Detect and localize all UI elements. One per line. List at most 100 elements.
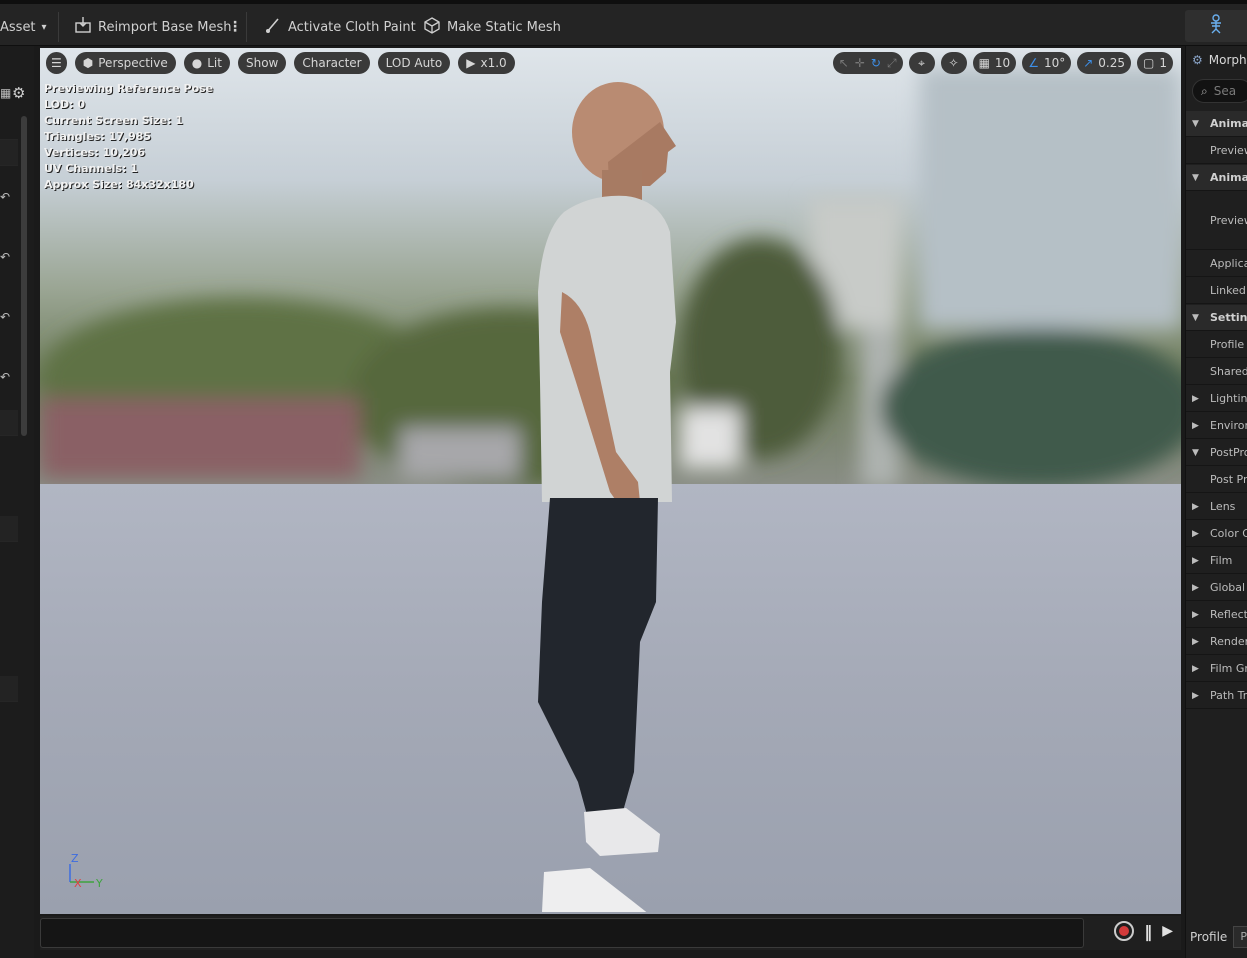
expanded-arrow-icon[interactable]: ▼	[1192, 313, 1206, 323]
move-icon[interactable]: ✛	[855, 56, 865, 70]
property-row[interactable]: ▶ Color G	[1186, 521, 1247, 547]
profile-dropdown[interactable]: Pr	[1233, 926, 1247, 948]
static-mesh-icon	[423, 16, 441, 38]
pause-icon[interactable]: ‖	[1144, 922, 1152, 941]
property-row[interactable]: Profile	[1186, 332, 1247, 358]
grid-icon: ▦	[978, 56, 990, 70]
grid-snap-button[interactable]: ▦ 10	[972, 52, 1017, 74]
playback-speed-button[interactable]: ▶ x1.0	[458, 52, 515, 74]
camera-speed-button[interactable]: ▢ 1	[1137, 52, 1173, 74]
property-row[interactable]: Shared	[1186, 359, 1247, 385]
gear-icon[interactable]: ⚙	[12, 84, 25, 102]
expanded-arrow-icon[interactable]: ▼	[1192, 119, 1206, 129]
axis-y-label: Y	[95, 877, 103, 890]
property-label: Film Gr	[1210, 662, 1247, 675]
list-item[interactable]	[0, 516, 18, 542]
skeleton-mode-button[interactable]	[1185, 10, 1247, 42]
collapsed-arrow-icon[interactable]: ▶	[1192, 691, 1206, 701]
collapsed-arrow-icon[interactable]: ▶	[1192, 664, 1206, 674]
property-row[interactable]: Applica	[1186, 251, 1247, 277]
reimport-base-mesh-button[interactable]: Reimport Base Mesh	[74, 8, 232, 46]
property-label: Profile	[1210, 338, 1245, 351]
select-icon[interactable]: ↖	[839, 56, 849, 70]
reset-icon[interactable]: ↶	[0, 370, 10, 384]
collapsed-arrow-icon[interactable]: ▶	[1192, 421, 1206, 431]
property-label: Lens	[1210, 500, 1236, 513]
local-world-button[interactable]: ⌖	[908, 52, 935, 74]
reset-icon[interactable]: ↶	[0, 250, 10, 264]
collapsed-arrow-icon[interactable]: ▶	[1192, 529, 1206, 539]
static-mesh-label: Make Static Mesh	[447, 19, 561, 35]
collapsed-arrow-icon[interactable]: ▶	[1192, 394, 1206, 404]
show-button[interactable]: Show	[237, 52, 287, 74]
viewport-menu-button[interactable]: ☰	[46, 52, 67, 74]
make-static-mesh-button[interactable]: Make Static Mesh	[423, 8, 561, 46]
property-row[interactable]: ▶ Lens	[1186, 494, 1247, 520]
property-row[interactable]: ▶ Render	[1186, 629, 1247, 655]
list-item[interactable]	[0, 114, 18, 140]
collapsed-arrow-icon[interactable]: ▶	[1192, 583, 1206, 593]
property-row[interactable]: ▼ PostPro	[1186, 440, 1247, 466]
property-row[interactable]: Preview	[1186, 138, 1247, 164]
scrollbar[interactable]	[21, 116, 27, 436]
section-header[interactable]: ▼ Setting	[1186, 305, 1247, 331]
speed-label: x1.0	[480, 56, 507, 70]
lod-button[interactable]: LOD Auto	[377, 52, 451, 74]
asset-menu[interactable]: Asset ▾	[0, 8, 47, 46]
timeline-scrubber[interactable]	[40, 918, 1084, 948]
step-forward-icon[interactable]: ▶	[1162, 923, 1173, 939]
activate-cloth-paint-button[interactable]: Activate Cloth Paint	[264, 8, 416, 46]
search-input[interactable]: ⌕ Sea	[1192, 79, 1247, 103]
section-header[interactable]: ▼ Animat	[1186, 111, 1247, 137]
property-row[interactable]: ▶ Global I	[1186, 575, 1247, 601]
expanded-arrow-icon[interactable]: ▼	[1192, 448, 1206, 458]
expanded-arrow-icon[interactable]: ▼	[1192, 173, 1206, 183]
table-icon[interactable]: ▦	[0, 86, 11, 100]
section-header[interactable]: ▼ Animat	[1186, 165, 1247, 191]
property-row[interactable]: Linked	[1186, 278, 1247, 304]
collapsed-arrow-icon[interactable]: ▶	[1192, 502, 1206, 512]
list-item[interactable]	[0, 140, 18, 166]
scale-snap-button[interactable]: ↗ 0.25	[1077, 52, 1132, 74]
hamburger-menu-icon: ☰	[51, 56, 62, 70]
collapsed-arrow-icon[interactable]: ▶	[1192, 556, 1206, 566]
property-label: Preview	[1210, 144, 1247, 157]
property-label: Path Tr	[1210, 689, 1247, 702]
property-row[interactable]: ▶ Film Gr	[1186, 656, 1247, 682]
rotate-icon[interactable]: ↻	[871, 56, 881, 70]
kebab-menu-icon: ⋮	[228, 19, 242, 35]
property-row[interactable]: ▶ Film	[1186, 548, 1247, 574]
property-label: Animat	[1210, 171, 1247, 184]
record-button[interactable]	[1114, 921, 1135, 941]
snap-icon: ✧	[948, 56, 959, 70]
stat-line: Triangles: 17,985	[44, 130, 152, 143]
more-options-button[interactable]: ⋮	[228, 8, 242, 46]
character-mesh[interactable]	[530, 82, 700, 912]
asset-label: Asset	[0, 19, 36, 35]
property-label: Global I	[1210, 581, 1247, 594]
character-button[interactable]: Character	[294, 52, 370, 74]
collapsed-arrow-icon[interactable]: ▶	[1192, 610, 1206, 620]
perspective-button[interactable]: ⬢ Perspective	[74, 52, 176, 74]
property-label: Applica	[1210, 257, 1247, 270]
property-row[interactable]: ▶ Reflect	[1186, 602, 1247, 628]
collapsed-arrow-icon[interactable]: ▶	[1192, 637, 1206, 647]
property-label: Film	[1210, 554, 1233, 567]
scale-icon[interactable]: ⤢	[887, 56, 897, 71]
lit-mode-button[interactable]: ● Lit	[183, 52, 230, 74]
property-row[interactable]: ▶ Lighting	[1186, 386, 1247, 412]
reset-icon[interactable]: ↶	[0, 310, 10, 324]
rotation-snap-button[interactable]: ∠ 10°	[1022, 52, 1072, 74]
3d-viewport[interactable]: ☰ ⬢ Perspective ● Lit Show Character LOD…	[40, 48, 1181, 914]
property-row[interactable]: ▶ Environ	[1186, 413, 1247, 439]
list-item[interactable]	[0, 410, 18, 436]
property-row[interactable]: Preview	[1186, 192, 1247, 250]
scale-arrow-icon: ↗	[1083, 56, 1094, 70]
list-item[interactable]	[0, 676, 18, 702]
reset-icon[interactable]: ↶	[0, 190, 10, 204]
property-label: PostPro	[1210, 446, 1247, 459]
property-row[interactable]: Post Pr	[1186, 467, 1247, 493]
surface-snap-button[interactable]: ✧	[940, 52, 967, 74]
property-row[interactable]: ▶ Path Tr	[1186, 683, 1247, 709]
panel-tab-header[interactable]: ⚙ Morph	[1186, 46, 1247, 74]
